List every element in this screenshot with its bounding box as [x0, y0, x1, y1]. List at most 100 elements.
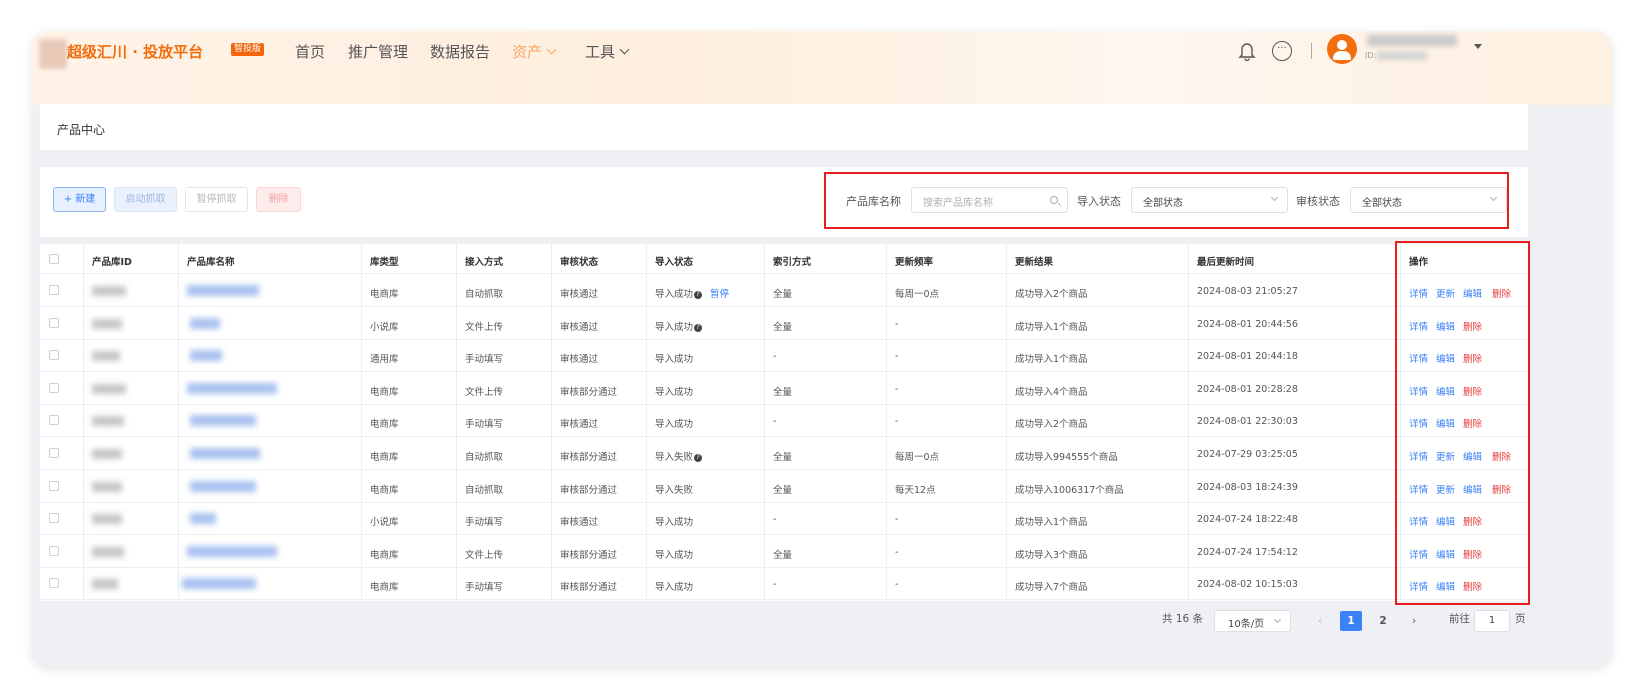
library-name-link-redacted[interactable]	[190, 350, 222, 362]
user-id-redacted	[1377, 52, 1427, 60]
user-id-label: ID:	[1365, 51, 1377, 60]
table-row: 电商库 自动抓取 审核通过 导入成功? 暂停 全量 每周一0点 成功导入2个商品 2024-08…	[40, 274, 1528, 307]
import-status-text: 导入成功	[655, 289, 694, 300]
library-type: 电商库	[370, 484, 399, 496]
page-2-button[interactable]: 2	[1372, 611, 1394, 631]
row-checkbox[interactable]	[49, 415, 59, 426]
table-row: 电商库 文件上传 审核部分通过 导入成功 全量 - 成功导入3个商品 2024-07-24 1…	[40, 535, 1528, 568]
row-checkbox[interactable]	[49, 382, 59, 393]
row-checkbox[interactable]	[49, 480, 59, 491]
prev-icon[interactable]: ‹	[1309, 611, 1331, 631]
index-method: -	[773, 579, 777, 591]
page-unit-label: 页	[1515, 613, 1526, 625]
library-name-link-redacted[interactable]	[187, 285, 259, 296]
nav-promotion[interactable]: 推广管理	[348, 41, 408, 62]
row-checkbox[interactable]	[49, 350, 59, 361]
audit-status: 审核部分通过	[560, 549, 618, 561]
help-icon[interactable]: ?	[694, 454, 703, 462]
col-frequency: 更新频率	[895, 257, 934, 268]
import-status-value: 全部状态	[1143, 198, 1183, 209]
nav-reports[interactable]: 数据报告	[430, 41, 490, 62]
row-checkbox[interactable]	[49, 317, 59, 328]
update-result: 成功导入7个商品	[1015, 582, 1088, 594]
update-result: 成功导入1个商品	[1015, 517, 1088, 529]
library-name-link-redacted[interactable]	[187, 545, 277, 557]
page-size-select[interactable]: 10条/页	[1214, 610, 1291, 632]
pagination-total: 共 16 条	[1162, 613, 1204, 625]
library-name-link-redacted[interactable]	[190, 480, 256, 492]
last-updated-time: 2024-08-01 20:28:28	[1197, 383, 1298, 395]
audit-status: 审核部分通过	[560, 582, 618, 594]
index-method: 全量	[773, 289, 793, 300]
library-name-link-redacted[interactable]	[190, 317, 220, 329]
select-all-checkbox[interactable]	[49, 254, 59, 264]
library-id-redacted	[92, 514, 122, 525]
pause-crawl-button[interactable]: 暂停抓取	[185, 187, 248, 212]
audit-status: 审核通过	[560, 321, 599, 333]
row-checkbox[interactable]	[49, 513, 59, 524]
import-status: 导入成功	[655, 514, 693, 528]
library-type: 小说库	[370, 517, 399, 529]
library-name-link-redacted[interactable]	[187, 382, 277, 394]
row-checkbox[interactable]	[49, 578, 59, 589]
update-frequency: -	[895, 514, 899, 526]
import-status-select[interactable]: 全部状态	[1131, 187, 1288, 213]
pause-link[interactable]: 暂停	[710, 289, 729, 300]
table-row: 电商库 手动填写 审核通过 导入成功 - - 成功导入2个商品 2024-08-01 22:3…	[40, 404, 1528, 438]
name-search-input[interactable]: 搜索产品库名称	[911, 187, 1068, 213]
library-type: 电商库	[370, 289, 399, 300]
next-icon[interactable]: ›	[1403, 611, 1425, 631]
table-row: 电商库 文件上传 审核部分通过 导入成功 全量 - 成功导入4个商品 2024-08-01 2…	[40, 372, 1528, 405]
nav-home[interactable]: 首页	[295, 41, 325, 62]
more-icon[interactable]: ···	[1272, 41, 1292, 61]
table-header: 产品库ID 产品库名称 库类型 接入方式 审核状态 导入状态 索引方式 更新频率…	[40, 244, 1528, 274]
last-updated-time: 2024-07-29 03:25:05	[1197, 449, 1298, 460]
update-frequency: -	[895, 351, 899, 363]
help-icon[interactable]: ?	[694, 323, 703, 332]
col-id: 产品库ID	[92, 257, 132, 268]
index-method: 全量	[773, 452, 793, 463]
goto-page-input[interactable]: 1	[1474, 610, 1510, 632]
library-name-link-redacted[interactable]	[190, 513, 216, 525]
library-id-redacted	[92, 416, 124, 427]
library-name-link-redacted[interactable]	[190, 448, 260, 459]
import-status: 导入成功	[655, 351, 693, 365]
access-method: 自动抓取	[465, 484, 504, 496]
new-button[interactable]: + 新建	[53, 187, 106, 212]
avatar-icon[interactable]	[1327, 34, 1357, 64]
update-result: 成功导入3个商品	[1015, 549, 1088, 561]
help-icon[interactable]: ?	[694, 291, 703, 299]
import-status: 导入成功	[655, 547, 693, 561]
import-status-text: 导入成功	[655, 386, 694, 398]
user-menu-caret-icon[interactable]	[1474, 44, 1482, 49]
row-checkbox[interactable]	[49, 285, 59, 295]
name-filter-label: 产品库名称	[846, 195, 901, 208]
update-frequency: -	[895, 416, 899, 428]
row-checkbox[interactable]	[49, 545, 59, 556]
page-1-button[interactable]: 1	[1340, 611, 1362, 631]
import-status-text: 导入成功	[655, 321, 694, 333]
edition-badge: 智投版	[231, 43, 265, 56]
audit-status: 审核部分通过	[560, 484, 618, 496]
table-row: 电商库 手动填写 审核部分通过 导入成功 - - 成功导入7个商品 2024-08-02 10…	[40, 567, 1528, 601]
app-window: 超级汇川 · 投放平台 智投版 首页 推广管理 数据报告 资产 工具 ··· I…	[31, 31, 1612, 668]
audit-status: 审核部分通过	[560, 386, 618, 398]
library-name-link-redacted[interactable]	[182, 578, 256, 590]
library-type: 电商库	[370, 419, 399, 431]
access-method: 手动填写	[465, 517, 504, 529]
index-method: -	[773, 351, 777, 363]
audit-status-select[interactable]: 全部状态	[1350, 187, 1507, 213]
import-status-text: 导入成功	[655, 419, 694, 431]
import-status: 导入成功	[655, 416, 693, 430]
nav-tools[interactable]: 工具	[585, 41, 630, 62]
table-row: 通用库 手动填写 审核通过 导入成功 - - 成功导入1个商品 2024-08-01 20:4…	[40, 339, 1528, 373]
import-status: 导入失败?	[655, 449, 703, 463]
delete-button[interactable]: 删除	[256, 187, 301, 212]
row-checkbox[interactable]	[49, 448, 59, 458]
start-crawl-button[interactable]: 启动抓取	[114, 187, 177, 212]
library-name-link-redacted[interactable]	[190, 415, 256, 427]
nav-assets[interactable]: 资产	[512, 41, 557, 62]
bell-icon[interactable]	[1238, 41, 1256, 61]
last-updated-time: 2024-07-24 18:22:48	[1197, 514, 1298, 526]
nav-label: 数据报告	[430, 43, 491, 61]
